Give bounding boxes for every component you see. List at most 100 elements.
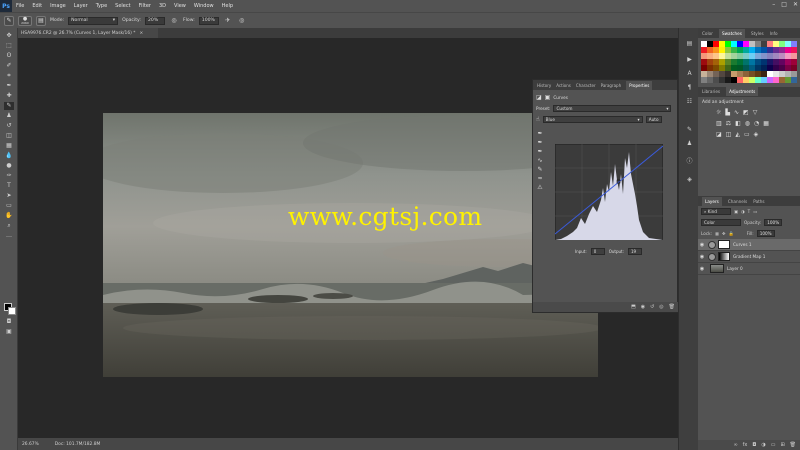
hue-saturation-icon[interactable]: ▥ bbox=[716, 120, 722, 127]
brush-tool-icon[interactable]: ✎ bbox=[4, 15, 14, 26]
menu-type[interactable]: Type bbox=[92, 3, 111, 9]
add-mask-icon[interactable]: ◘ bbox=[752, 442, 756, 448]
swatch[interactable] bbox=[737, 53, 743, 59]
swatch[interactable] bbox=[731, 65, 737, 71]
swatch[interactable] bbox=[791, 41, 797, 47]
layer-row-layer-0[interactable]: ◉ Layer 0 bbox=[698, 263, 800, 275]
swatch[interactable] bbox=[749, 47, 755, 53]
menu-select[interactable]: Select bbox=[111, 3, 134, 9]
paragraph-panel-icon[interactable]: ¶ bbox=[685, 84, 694, 92]
view-previous-state-icon[interactable]: ◉ bbox=[641, 304, 645, 310]
pressure-opacity-icon[interactable]: ◎ bbox=[169, 16, 179, 26]
fill-field[interactable]: 100% bbox=[756, 230, 775, 237]
swatch[interactable] bbox=[743, 53, 749, 59]
swatch[interactable] bbox=[719, 53, 725, 59]
tab-swatches[interactable]: Swatches bbox=[718, 28, 745, 38]
pressure-size-icon[interactable]: ◎ bbox=[237, 16, 247, 26]
swatch[interactable] bbox=[707, 65, 713, 71]
brightness-contrast-icon[interactable]: ☼ bbox=[716, 109, 721, 116]
actions-panel-icon[interactable]: ▶ bbox=[685, 56, 694, 64]
swatch[interactable] bbox=[761, 41, 767, 47]
info-panel-icon[interactable]: ⓘ bbox=[685, 158, 694, 166]
swatch[interactable] bbox=[761, 59, 767, 65]
layer-row-gradient-map[interactable]: ◉ Gradient Map 1 bbox=[698, 251, 800, 263]
swatch[interactable] bbox=[713, 77, 719, 83]
preset-select[interactable]: Custom ▾ bbox=[553, 105, 672, 112]
swatch[interactable] bbox=[779, 47, 785, 53]
black-white-icon[interactable]: ◧ bbox=[735, 120, 741, 127]
eraser-tool-icon[interactable]: ◫ bbox=[4, 132, 14, 140]
swatch[interactable] bbox=[737, 41, 743, 47]
layer-mask-thumbnail[interactable] bbox=[718, 240, 730, 249]
swatch[interactable] bbox=[731, 77, 737, 83]
document-image[interactable] bbox=[103, 113, 598, 377]
swatch[interactable] bbox=[743, 59, 749, 65]
swatch[interactable] bbox=[701, 71, 707, 77]
photo-filter-icon[interactable]: ◍ bbox=[745, 120, 750, 127]
trash-icon[interactable]: 🗑 bbox=[790, 442, 796, 448]
input-field[interactable]: 0 bbox=[590, 248, 605, 255]
color-swatches[interactable] bbox=[4, 303, 16, 315]
swatch[interactable] bbox=[779, 41, 785, 47]
blur-tool-icon[interactable]: 💧 bbox=[4, 152, 14, 160]
swatch[interactable] bbox=[785, 59, 791, 65]
swatch[interactable] bbox=[719, 65, 725, 71]
tab-adjustments[interactable]: Adjustments bbox=[726, 87, 759, 96]
swatch[interactable] bbox=[707, 41, 713, 47]
brush-tool-icon[interactable]: ✎ bbox=[4, 102, 14, 110]
lock-position-icon[interactable]: ✥ bbox=[722, 231, 726, 236]
swatch[interactable] bbox=[755, 41, 761, 47]
tab-color[interactable]: Color bbox=[702, 31, 713, 36]
visibility-eye-icon[interactable]: ◉ bbox=[698, 266, 706, 272]
swatch[interactable] bbox=[737, 47, 743, 53]
curves-graph[interactable] bbox=[555, 144, 663, 240]
swatch[interactable] bbox=[773, 59, 779, 65]
swatch[interactable] bbox=[791, 65, 797, 71]
menu-3d[interactable]: 3D bbox=[155, 3, 170, 9]
swatch[interactable] bbox=[779, 65, 785, 71]
path-select-tool-icon[interactable]: ➤ bbox=[4, 192, 14, 200]
swatch[interactable] bbox=[713, 65, 719, 71]
swatch[interactable] bbox=[779, 71, 785, 77]
selective-color-icon[interactable]: ◈ bbox=[754, 131, 759, 138]
swatch[interactable] bbox=[713, 59, 719, 65]
swatch[interactable] bbox=[731, 47, 737, 53]
swatch[interactable] bbox=[773, 47, 779, 53]
swatch[interactable] bbox=[779, 53, 785, 59]
output-field[interactable]: 19 bbox=[627, 248, 642, 255]
swatch[interactable] bbox=[773, 71, 779, 77]
swatch[interactable] bbox=[749, 59, 755, 65]
reset-adjustment-icon[interactable]: ↺ bbox=[650, 304, 654, 310]
swatch-grid[interactable] bbox=[701, 41, 797, 83]
swatch[interactable] bbox=[707, 53, 713, 59]
swatch[interactable] bbox=[725, 59, 731, 65]
tab-history[interactable]: History bbox=[537, 83, 551, 88]
swatch[interactable] bbox=[767, 47, 773, 53]
layer-row-curves[interactable]: ◉ Curves 1 bbox=[698, 239, 800, 251]
menu-filter[interactable]: Filter bbox=[135, 3, 155, 9]
menu-file[interactable]: File bbox=[12, 3, 28, 9]
tab-properties[interactable]: Properties bbox=[626, 80, 653, 90]
swatch[interactable] bbox=[755, 53, 761, 59]
layer-opacity-field[interactable]: 100% bbox=[764, 219, 783, 226]
pen-tool-icon[interactable]: ✑ bbox=[4, 172, 14, 180]
clone-stamp-tool-icon[interactable]: ♟ bbox=[4, 112, 14, 120]
layer-mask-thumbnail[interactable] bbox=[718, 252, 730, 261]
swatch[interactable] bbox=[749, 71, 755, 77]
swatch[interactable] bbox=[707, 59, 713, 65]
gradient-map-icon[interactable]: ▭ bbox=[744, 131, 750, 138]
navigator-icon[interactable]: ◈ bbox=[685, 176, 694, 184]
swatch[interactable] bbox=[755, 59, 761, 65]
brush-panel-toggle-icon[interactable]: ▤ bbox=[36, 15, 46, 26]
menu-view[interactable]: View bbox=[170, 3, 190, 9]
minimize-button[interactable]: – bbox=[772, 1, 775, 8]
swatch[interactable] bbox=[713, 41, 719, 47]
swatch[interactable] bbox=[725, 71, 731, 77]
curve-point-tool-icon[interactable]: ∿ bbox=[536, 157, 544, 166]
filter-shape-icon[interactable]: ▭ bbox=[753, 209, 757, 214]
gray-eyedropper-icon[interactable]: ✒ bbox=[536, 139, 544, 148]
swatch[interactable] bbox=[761, 77, 767, 83]
background-color[interactable] bbox=[8, 307, 16, 315]
swatch[interactable] bbox=[767, 41, 773, 47]
swatch[interactable] bbox=[731, 59, 737, 65]
